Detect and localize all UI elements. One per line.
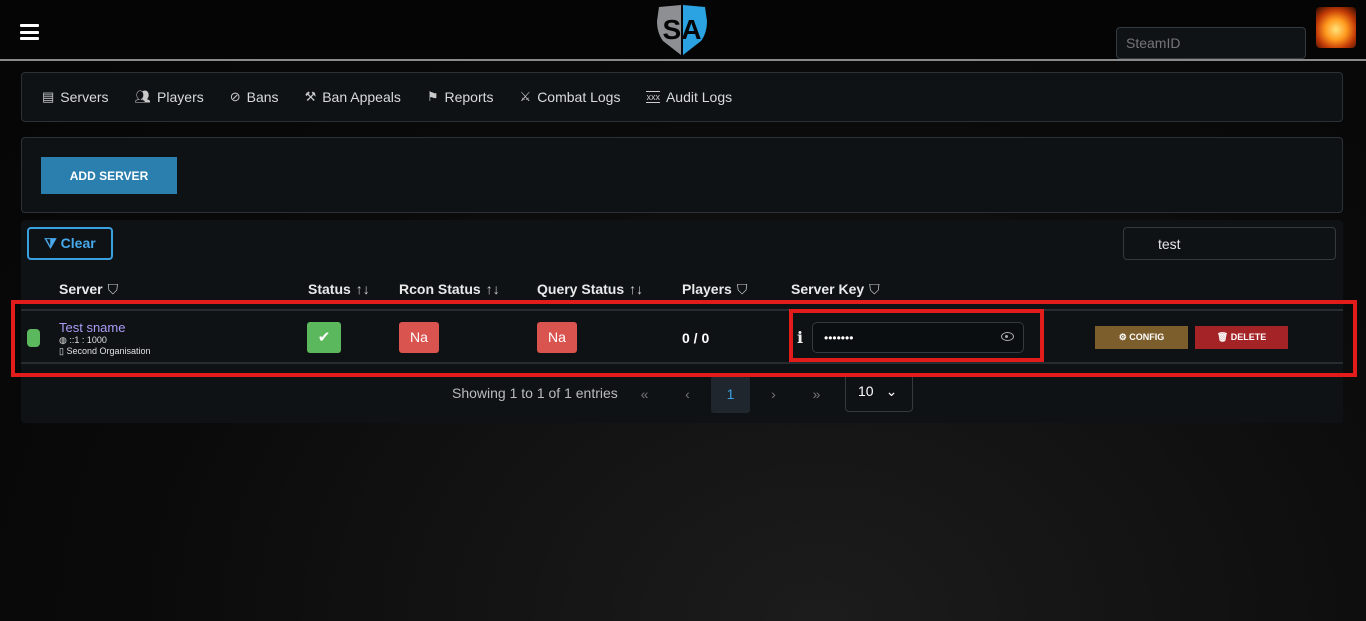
search-input[interactable] [1123,227,1336,260]
nav-label: Reports [444,89,494,105]
steamid-input[interactable] [1116,27,1306,59]
nav-audit-logs[interactable]: xxx Audit Logs [646,89,732,105]
gavel-icon: ⚒ [304,89,317,104]
nav-label: Servers [60,89,109,105]
filter-icon[interactable]: ⛉ [869,281,880,297]
col-players[interactable]: Players ⛉ [682,281,747,298]
rcon-status-badge: Na [399,322,439,353]
online-indicator [27,329,40,347]
address-text: ::1 : 1000 [69,335,107,345]
user-slash-icon: ⊘ [229,89,241,104]
nav-label: Bans [246,89,279,105]
next-page-button[interactable]: › [754,376,793,413]
col-label: Status [308,281,351,297]
nav-label: Audit Logs [665,89,733,105]
col-label: Rcon Status [399,281,481,297]
config-button[interactable]: ⚙ CONFIG [1095,326,1188,349]
info-icon[interactable]: i [797,328,803,347]
nav-label: Ban Appeals [322,89,401,105]
server-name[interactable]: Test sname [59,320,125,335]
server-organisation: ▯ Second Organisation [59,346,151,357]
first-page-button[interactable]: « [625,376,664,413]
col-rcon-status[interactable]: Rcon Status ↑↓ [399,281,500,297]
globe-icon: ◍ [59,335,70,345]
check-icon: ✔ [317,329,331,346]
divider [21,362,1343,364]
organisation-text: Second Organisation [66,346,151,356]
nav-bans[interactable]: ⊘ Bans [230,89,279,105]
flag-icon: ⚑ [426,89,439,104]
clear-label: Clear [60,235,96,251]
nav-servers[interactable]: ▤ Servers [42,89,109,105]
divider [21,309,1343,311]
nav-label: Combat Logs [537,89,621,105]
sort-icon[interactable]: ↑↓ [486,281,500,297]
fighters-icon: ⚔ [519,89,532,104]
filter-slash-icon: ⧩ [44,235,61,251]
gear-icon: ⚙ [1118,332,1130,342]
prev-page-button[interactable]: ‹ [668,376,707,413]
clear-filters-button[interactable]: ⧩ Clear [27,227,113,260]
filter-icon[interactable]: ⛉ [737,281,748,297]
col-query-status[interactable]: Query Status ↑↓ [537,281,643,297]
page-1-button[interactable]: 1 [711,376,750,413]
query-status-badge: Na [537,322,577,353]
server-address: ◍ ::1 : 1000 [59,335,107,346]
delete-label: DELETE [1230,332,1267,342]
players-count: 0 / 0 [682,330,710,346]
eye-icon[interactable] [1001,332,1014,341]
page-size-value: 10 [858,383,874,399]
logo: SA [657,5,707,55]
sort-icon[interactable]: ↑↓ [629,281,643,297]
entries-info: Showing 1 to 1 of 1 entries [452,385,618,401]
svg-text:SA: SA [663,14,702,45]
status-ok-badge: ✔ [307,322,341,353]
col-label: Server Key [791,281,865,297]
top-bar: SA [0,0,1366,61]
delete-button[interactable]: 🗑︎ DELETE [1195,326,1288,349]
col-label: Players [682,281,732,297]
last-page-button[interactable]: » [797,376,836,413]
col-status[interactable]: Status ↑↓ [308,281,370,297]
nav-label: Players [157,89,204,105]
add-server-button[interactable]: ADD SERVER [41,157,177,194]
server-key-input[interactable] [812,322,1024,353]
col-server[interactable]: Server ⛉ [59,281,118,298]
nav-combat-logs[interactable]: ⚔ Combat Logs [520,89,621,105]
chevron-down-icon: ⌄ [885,383,898,399]
filter-icon[interactable]: ⛉ [108,281,119,297]
avatar[interactable] [1316,7,1356,48]
nav-reports[interactable]: ⚑ Reports [427,89,494,105]
page-size-select[interactable]: 10 ⌄ [845,374,913,412]
col-label: Query Status [537,281,625,297]
main-nav: ▤ Servers 👥︎ Players ⊘ Bans ⚒ Ban Appeals ⚑ R… [21,72,1343,122]
server-icon: ▤ [42,89,55,104]
trash-icon: 🗑︎ [1216,332,1231,342]
nav-ban-appeals[interactable]: ⚒ Ban Appeals [305,89,401,105]
servers-table: ⧩ Clear Server ⛉ Status ↑↓ Rcon Status ↑↓ Q… [21,220,1343,423]
nav-players[interactable]: 👥︎ Players [135,89,204,105]
xxx-log-icon: xxx [646,91,660,103]
col-server-key[interactable]: Server Key ⛉ [791,281,880,298]
col-label: Server [59,281,103,297]
sort-icon[interactable]: ↑↓ [356,281,370,297]
add-server-panel: ADD SERVER [21,137,1343,213]
users-icon: 👥︎ [134,89,152,104]
hamburger-menu-icon[interactable] [20,24,39,40]
config-label: CONFIG [1129,332,1165,342]
